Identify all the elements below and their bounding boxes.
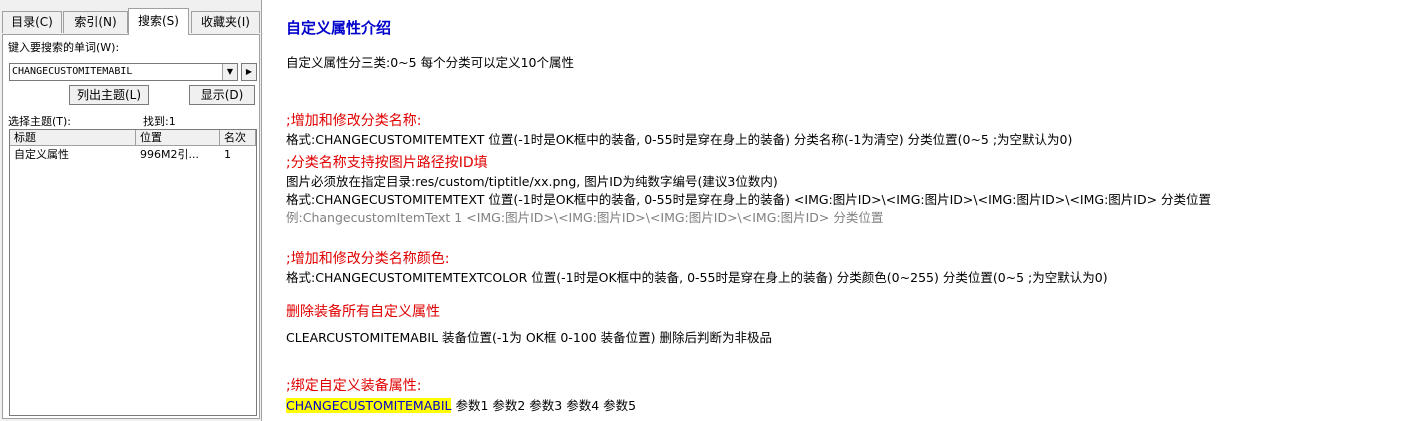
search-keyword-combo[interactable]: CHANGECUSTOMITEMABIL ▼ [9, 63, 238, 81]
search-panel: 键入要搜索的单词(W): CHANGECUSTOMITEMABIL ▼ ▶ 列出… [2, 34, 260, 419]
section-heading-image-path: ;分类名称支持按图片路径按ID填 [286, 155, 488, 171]
column-header-rank[interactable]: 名次 [220, 130, 256, 146]
column-header-location[interactable]: 位置 [136, 130, 220, 146]
column-header-title[interactable]: 标题 [10, 130, 136, 146]
clear-item-abil-text: CLEARCUSTOMITEMABIL 装备位置(-1为 OK框 0-100 装… [286, 330, 772, 345]
format-change-item-text: 格式:CHANGECUSTOMITEMTEXT 位置(-1时是OK框中的装备, … [286, 132, 1073, 147]
result-location: 996M2引... [140, 148, 199, 161]
format-change-item-text-image: 格式:CHANGECUSTOMITEMTEXT 位置(-1时是OK框中的装备, … [286, 192, 1212, 207]
image-directory-note: 图片必须放在指定目录:res/custom/tiptitle/xx.png, 图… [286, 174, 778, 189]
help-navigation-pane: 目录(C) 索引(N) 搜索(S) 收藏夹(I) 键入要搜索的单词(W): CH… [0, 0, 262, 421]
search-prompt-label: 键入要搜索的单词(W): [8, 41, 120, 54]
table-row[interactable]: 自定义属性 996M2引... 1 [10, 147, 256, 163]
bind-parameters: 参数1 参数2 参数3 参数4 参数5 [451, 398, 637, 413]
search-keyword-value: CHANGECUSTOMITEMABIL [12, 66, 133, 77]
result-rank: 1 [224, 148, 231, 161]
highlighted-keyword: CHANGECUSTOMITEMABIL [286, 398, 452, 413]
bind-attributes-line: CHANGECUSTOMITEMABIL 参数1 参数2 参数3 参数4 参数5 [286, 395, 636, 414]
display-button[interactable]: 显示(D) [189, 85, 255, 105]
section-heading-bind-attributes: ;绑定自定义装备属性: [286, 378, 422, 394]
tab-favorites[interactable]: 收藏夹(I) [191, 11, 260, 33]
format-change-item-text-color: 格式:CHANGECUSTOMITEMTEXTCOLOR 位置(-1时是OK框中… [286, 270, 1108, 285]
intro-text: 自定义属性分三类:0~5 每个分类可以定义10个属性 [286, 55, 574, 70]
section-heading-category-color: ;增加和修改分类名称颜色: [286, 251, 450, 267]
play-arrow-icon[interactable]: ▶ [241, 63, 257, 81]
select-topic-label: 选择主题(T): [8, 115, 72, 128]
chevron-down-icon[interactable]: ▼ [222, 64, 237, 80]
example-change-item-text: 例:ChangecustomItemText 1 <IMG:图片ID>\<IMG… [286, 210, 884, 225]
tab-search[interactable]: 搜索(S) [128, 8, 189, 35]
page-title: 自定义属性介绍 [286, 19, 392, 37]
result-title: 自定义属性 [14, 148, 69, 161]
tab-index[interactable]: 索引(N) [63, 11, 128, 33]
section-heading-category-name: ;增加和修改分类名称: [286, 113, 422, 129]
section-heading-clear-attributes: 删除装备所有自定义属性 [286, 304, 440, 320]
search-results-list[interactable]: 标题 位置 名次 自定义属性 996M2引... 1 [9, 129, 257, 416]
navigation-tabs: 目录(C) 索引(N) 搜索(S) 收藏夹(I) [2, 8, 260, 35]
tab-contents[interactable]: 目录(C) [2, 11, 62, 33]
help-content-pane: 自定义属性介绍 自定义属性分三类:0~5 每个分类可以定义10个属性 ;增加和修… [286, 0, 1416, 421]
found-count-label: 找到:1 [143, 115, 176, 128]
list-topics-button[interactable]: 列出主题(L) [69, 85, 149, 105]
